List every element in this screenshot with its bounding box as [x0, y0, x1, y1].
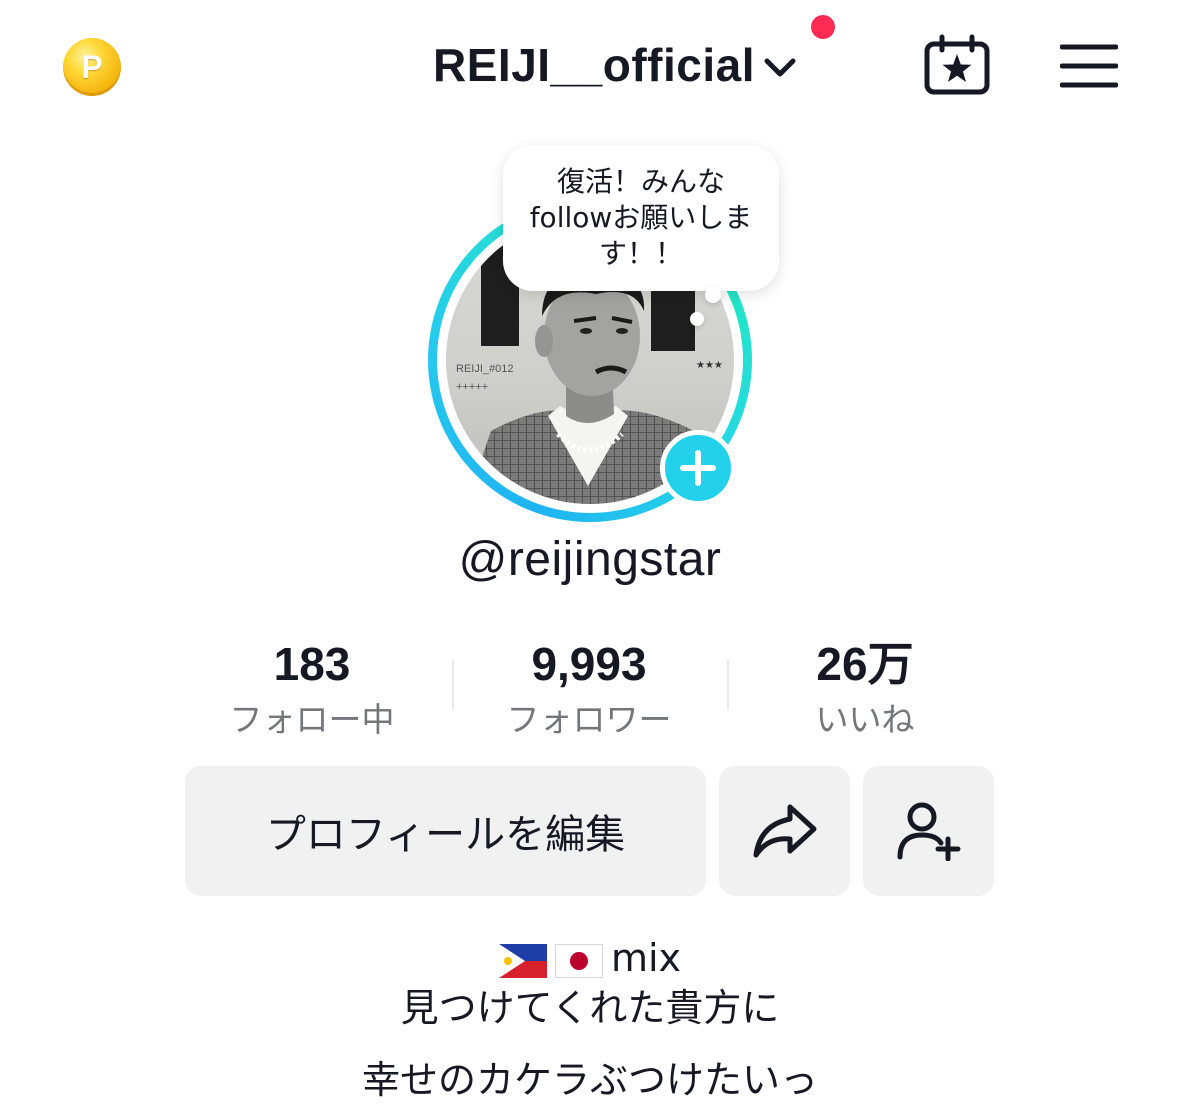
japan-flag: [554, 943, 603, 978]
profile-note-bubble[interactable]: 復活！みんなfollowお願いします！！: [503, 145, 779, 291]
philippines-flag: [498, 943, 547, 978]
hamburger-menu-icon[interactable]: [1060, 44, 1118, 88]
photo-label: REIJI_#012: [456, 363, 513, 375]
bio-line-2: 見つけてくれた貴方に: [400, 986, 780, 1030]
profile-handle: @reijingstar: [458, 533, 722, 586]
bio-line-3: 幸せのカケラぶつけたいっ: [361, 1058, 818, 1102]
stat-likes[interactable]: 26万 いいね: [735, 636, 995, 742]
followers-label: フォロワー: [506, 700, 672, 739]
chevron-down-icon: [764, 58, 796, 77]
add-story-button[interactable]: [660, 430, 736, 506]
calendar-star-icon[interactable]: [924, 34, 990, 96]
photo-stars: ★★★: [696, 360, 723, 371]
add-friend-icon: [897, 802, 960, 861]
bubble-tail-small: [690, 312, 704, 326]
edit-profile-button[interactable]: プロフィールを編集: [185, 766, 706, 896]
photo-plus-marks: +++++: [456, 381, 488, 393]
likes-label: いいね: [815, 700, 915, 739]
following-label: フォロー中: [229, 700, 395, 739]
edit-profile-label: プロフィールを編集: [265, 812, 626, 858]
stat-divider: [452, 660, 454, 710]
stat-divider: [727, 660, 729, 710]
followers-count: 9,993: [531, 638, 647, 690]
following-count: 183: [273, 638, 351, 690]
likes-count: 26万: [816, 638, 914, 690]
bio-mix-text: mix: [610, 936, 682, 980]
stat-followers[interactable]: 9,993 フォロワー: [459, 636, 719, 742]
bio-line-1: mix: [240, 934, 940, 982]
bubble-tail: [705, 287, 721, 303]
share-arrow-icon: [753, 804, 816, 858]
add-friends-button[interactable]: [863, 766, 994, 896]
coin-icon[interactable]: P: [63, 38, 121, 96]
account-switcher[interactable]: REIJI__official: [380, 30, 850, 100]
notification-dot: [811, 15, 835, 39]
stat-following[interactable]: 183 フォロー中: [182, 636, 442, 742]
share-profile-button[interactable]: [719, 766, 850, 896]
profile-note-text: 復活！みんなfollowお願いします！！: [529, 165, 753, 270]
plus-icon: [680, 450, 716, 486]
coin-symbol: P: [81, 48, 103, 85]
account-username: REIJI__official: [433, 39, 755, 91]
